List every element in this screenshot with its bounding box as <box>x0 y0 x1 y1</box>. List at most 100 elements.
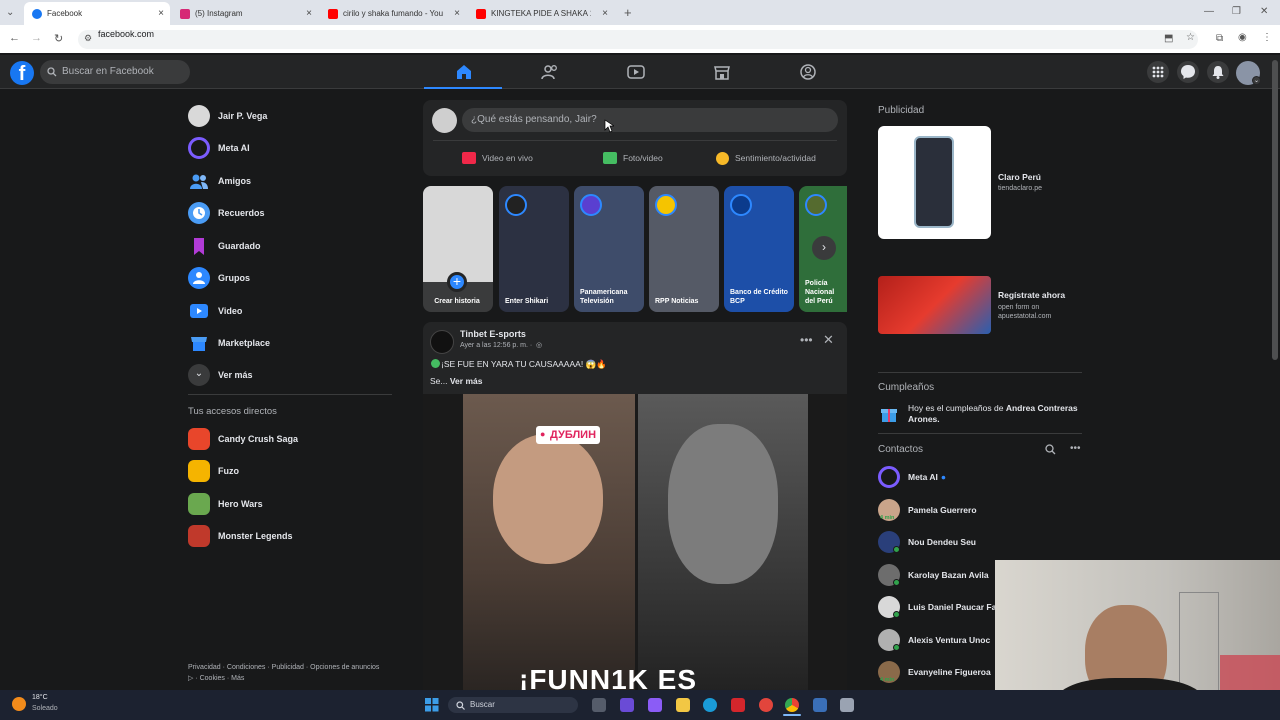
app-icon[interactable] <box>620 698 634 712</box>
sidebar-item-saved[interactable]: Guardado <box>188 235 261 257</box>
reload-icon[interactable]: ↻ <box>54 32 63 45</box>
app-icon[interactable] <box>813 698 827 712</box>
sidebar-item-groups[interactable]: Grupos <box>188 267 250 289</box>
ad-title[interactable]: Claro Perú <box>998 172 1041 182</box>
profile-icon[interactable]: ◉ <box>1238 32 1247 43</box>
sidebar-see-more[interactable]: ⌄ Ver más <box>188 364 253 386</box>
extensions-icon[interactable]: ⧉ <box>1216 33 1223 44</box>
new-tab-button[interactable]: + <box>624 5 632 20</box>
shortcut-candy-crush[interactable]: Candy Crush Saga <box>188 428 298 450</box>
close-tab-icon[interactable]: × <box>454 8 460 19</box>
search-input[interactable]: Buscar en Facebook <box>40 60 190 84</box>
marketplace-nav-icon[interactable] <box>713 63 731 81</box>
tab-facebook[interactable]: Facebook × <box>24 2 170 25</box>
footer-links[interactable]: Privacidad · Condiciones · Publicidad · … <box>188 664 379 671</box>
live-video-button[interactable]: Video en vivo <box>462 150 533 166</box>
more-options-icon[interactable]: ••• <box>800 333 813 347</box>
sidebar-item-video[interactable]: Video <box>188 300 242 322</box>
avatar[interactable] <box>430 330 454 354</box>
photo-video-button[interactable]: Foto/video <box>603 150 663 166</box>
story-item[interactable]: Banco de Crédito BCP <box>724 186 794 312</box>
location-pin-icon: ● <box>540 429 546 439</box>
story-create[interactable]: + Crear historia <box>423 186 493 312</box>
story-item[interactable]: Panamericana Televisión <box>574 186 644 312</box>
shortcut-hero-wars[interactable]: Hero Wars <box>188 493 263 515</box>
messenger-icon <box>1181 65 1195 79</box>
ad-image[interactable] <box>878 126 991 239</box>
sidebar-item-marketplace[interactable]: Marketplace <box>188 332 270 354</box>
forward-icon[interactable]: → <box>31 32 42 44</box>
story-item[interactable]: RPP Noticias <box>649 186 719 312</box>
sidebar-item-friends[interactable]: Amigos <box>188 170 251 192</box>
post-author[interactable]: Tinbet E-sports <box>460 329 526 339</box>
tab-youtube-1[interactable]: cirilo y shaka fumando - YouTube × <box>320 2 466 25</box>
footer-links-2[interactable]: ▷ · Cookies · Más <box>188 674 244 682</box>
instagram-favicon-icon <box>180 8 190 19</box>
shortcut-fuzo[interactable]: Fuzo <box>188 460 239 482</box>
windows-start-icon[interactable] <box>425 698 439 712</box>
friends-nav-icon[interactable] <box>541 63 559 81</box>
notifications-button[interactable] <box>1207 61 1229 83</box>
shortcut-monster-legends[interactable]: Monster Legends <box>188 525 293 547</box>
birthday-text[interactable]: Hoy es el cumpleaños de Andrea Contreras… <box>908 403 1080 425</box>
chrome-icon[interactable] <box>785 698 799 712</box>
task-view-icon[interactable] <box>592 698 606 712</box>
sidebar-item-memories[interactable]: Recuerdos <box>188 202 265 224</box>
close-post-icon[interactable]: ✕ <box>823 332 834 348</box>
close-tab-icon[interactable]: × <box>602 8 608 19</box>
post-image[interactable]: ДУБЛИН ● ¡FUNN1K ES <box>423 394 847 692</box>
page-scrollbar[interactable] <box>1272 60 1278 360</box>
tab-search-icon[interactable]: ⌄ <box>6 7 14 18</box>
sidebar-item-meta-ai[interactable]: Meta AI <box>188 137 250 159</box>
more-options-icon[interactable]: ••• <box>1070 443 1081 454</box>
menu-icon[interactable]: ⋮ <box>1262 32 1272 43</box>
sidebar-item-profile[interactable]: Jair P. Vega <box>188 105 267 127</box>
bookmark-star-icon[interactable]: ☆ <box>1186 32 1195 43</box>
close-tab-icon[interactable]: × <box>306 8 312 19</box>
address-bar-row: ← → ↻ ⚙ ⬒ ☆ ⧉ ◉ ⋮ <box>0 25 1280 53</box>
tab-youtube-2[interactable]: KINGTEKA PIDE A SHAKA 1K DE × <box>468 2 614 25</box>
composer-input[interactable]: ¿Qué estás pensando, Jair? <box>462 108 838 132</box>
contact-item[interactable]: Alexis Ventura Unoc <box>878 629 990 651</box>
story-item[interactable]: Enter Shikari <box>499 186 569 312</box>
close-tab-icon[interactable]: × <box>158 8 164 19</box>
gaming-nav-icon[interactable] <box>799 63 817 81</box>
ad-image[interactable] <box>878 276 991 334</box>
chevron-down-icon[interactable]: ⌄ <box>1252 76 1261 85</box>
edge-icon[interactable] <box>703 698 717 712</box>
app-icon[interactable] <box>648 698 662 712</box>
stories-next-button[interactable]: › <box>812 236 836 260</box>
contact-item[interactable]: Karolay Bazan Avila <box>878 564 989 586</box>
post-time[interactable]: Ayer a las 12:56 p. m. · <box>460 342 532 349</box>
contact-name: Pamela Guerrero <box>908 505 977 515</box>
app-icon[interactable] <box>731 698 745 712</box>
feeling-activity-button[interactable]: Sentimiento/actividad <box>716 150 816 166</box>
file-explorer-icon[interactable] <box>676 698 690 712</box>
contact-item[interactable]: Meta AI ● <box>878 466 946 488</box>
close-window-icon[interactable]: ✕ <box>1260 6 1268 17</box>
contact-item[interactable]: Evanyeline Figueroa <box>878 661 991 683</box>
taskbar-search[interactable]: Buscar <box>448 697 578 713</box>
url-field[interactable] <box>78 30 1198 49</box>
messenger-button[interactable] <box>1177 61 1199 83</box>
memories-icon <box>188 202 210 224</box>
back-icon[interactable]: ← <box>9 32 20 44</box>
site-info-icon[interactable]: ⚙ <box>84 33 92 44</box>
home-icon[interactable] <box>455 63 473 81</box>
search-icon[interactable] <box>1045 444 1056 455</box>
video-nav-icon[interactable] <box>627 63 645 81</box>
app-icon[interactable] <box>759 698 773 712</box>
install-icon[interactable]: ⬒ <box>1164 33 1173 44</box>
app-icon[interactable] <box>840 698 854 712</box>
contact-item[interactable]: Nou Dendeu Seu <box>878 531 976 553</box>
menu-grid-button[interactable] <box>1147 61 1169 83</box>
contact-item[interactable]: Luis Daniel Paucar Far <box>878 596 1000 618</box>
ad-title[interactable]: Regístrate ahora <box>998 290 1065 300</box>
see-more-link[interactable]: Ver más <box>450 376 483 386</box>
minimize-icon[interactable]: — <box>1204 6 1214 17</box>
online-indicator <box>893 611 900 618</box>
tab-instagram[interactable]: (5) Instagram × <box>172 2 318 25</box>
maximize-icon[interactable]: ❐ <box>1232 6 1241 17</box>
weather-sun-icon[interactable] <box>12 697 26 711</box>
facebook-logo[interactable]: f <box>10 61 34 85</box>
